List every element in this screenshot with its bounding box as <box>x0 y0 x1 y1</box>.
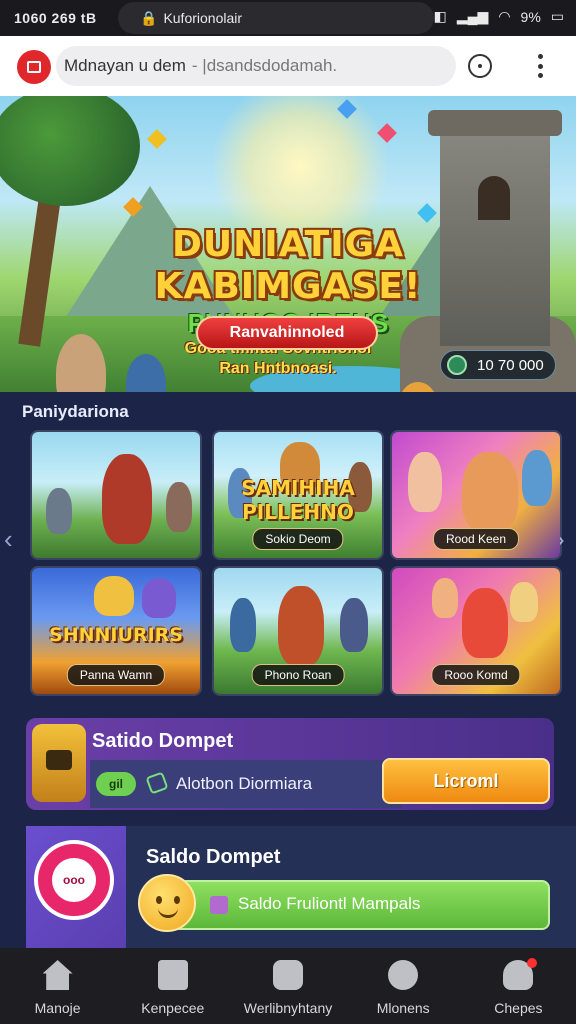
game-character <box>510 582 538 622</box>
status-icons: ◧ ▂▄▆ ◠ 9% ▭ <box>434 8 564 25</box>
nav-label: Kenpecee <box>141 1000 205 1016</box>
wallet-promo-title: Satido Dompet <box>92 730 234 752</box>
wallet-saldo-card: ooo Saldo Dompet Saldo Fruliontl Mampals <box>26 826 576 948</box>
game-character <box>166 482 192 532</box>
nav-label: Chepes <box>494 1000 543 1016</box>
wallet-promo-card: Satido Dompet gil Alotbon Diormiara Licr… <box>26 718 554 810</box>
game-character <box>432 578 458 618</box>
balance-value: 10 70 000 <box>477 356 544 374</box>
nav-label: Manoje <box>34 1000 81 1016</box>
browser-bar: Mdnayan u dem - |dsandsdodamah. <box>0 36 576 96</box>
gem-icon <box>147 129 167 149</box>
game-character <box>278 586 324 666</box>
box-icon <box>273 960 303 990</box>
nav-item-profile[interactable]: Chepes <box>461 948 576 1024</box>
mascot-icon <box>32 724 86 802</box>
notification-icon: ◧ <box>433 8 447 24</box>
game-card-title: SHNNIURIRS <box>49 624 183 646</box>
game-character <box>340 598 368 652</box>
hero-cta-button[interactable]: Ranvahinnoled <box>196 316 378 350</box>
nav-item-heart[interactable]: Mlonens <box>346 948 461 1024</box>
game-character <box>408 452 442 512</box>
game-card[interactable]: SHNNIURIRS Panna Wamn <box>30 566 202 696</box>
signal-icon: ▂▄▆ <box>456 8 489 24</box>
hero-title-line1: DUNIATIGA <box>171 224 405 265</box>
bottom-nav: Manoje Kenpecee Werlibnyhtany Mlonens Ch… <box>0 948 576 1024</box>
bag-icon <box>157 960 188 990</box>
address-path: - |dsandsdodamah. <box>191 56 338 75</box>
address-bar[interactable]: Mdnayan u dem - |dsandsdodamah. <box>56 46 456 86</box>
hero-title-line2: KABIMGASE! <box>154 266 422 307</box>
game-card-label: Rood Keen <box>432 528 520 550</box>
heart-icon <box>388 960 419 990</box>
hero-balance: 10 70 000 <box>440 350 556 380</box>
game-card-label: Sokio Deom <box>252 528 344 550</box>
tag-icon <box>210 896 228 914</box>
nav-item-home[interactable]: Manoje <box>0 948 115 1024</box>
battery-level: 9% <box>520 8 541 25</box>
game-card[interactable]: Rood Keen <box>390 430 562 560</box>
game-card-title: PILLEHNO <box>242 500 354 524</box>
nav-label: Mlonens <box>376 1000 430 1016</box>
location-pin-icon: ooo <box>34 840 114 920</box>
game-card-label: Rooo Komd <box>431 664 521 686</box>
game-card[interactable]: Phono Roan <box>212 566 384 696</box>
game-character <box>46 488 72 534</box>
address-site: Mdnayan u dem <box>64 56 186 75</box>
nav-item-box[interactable]: Werlibnyhtany <box>230 948 345 1024</box>
game-character <box>102 454 152 544</box>
lock-icon: 🔒 <box>140 9 158 26</box>
game-card-label: Phono Roan <box>251 664 345 686</box>
game-card[interactable]: Rooo Komd <box>390 566 562 696</box>
wifi-icon: ◠ <box>498 8 511 24</box>
chevron-left-icon[interactable]: ‹ <box>4 524 13 555</box>
nav-item-bag[interactable]: Kenpecee <box>115 948 230 1024</box>
smiley-icon <box>138 874 196 932</box>
game-character <box>522 450 552 506</box>
notification-dot <box>526 958 537 968</box>
wallet-saldo-text: Saldo Fruliontl Mampals <box>238 894 421 913</box>
wallet-promo-text: Alotbon Diormiara <box>176 774 313 793</box>
game-card-label: Panna Wamn <box>66 664 166 686</box>
battery-icon: ▭ <box>550 8 564 24</box>
more-menu-icon[interactable] <box>536 54 544 78</box>
pin-text: ooo <box>52 858 96 902</box>
nav-label: Werlibnyhtany <box>243 1000 333 1016</box>
section-title: Paniydariona <box>22 402 129 421</box>
tabs-icon[interactable] <box>468 54 492 78</box>
home-icon <box>42 960 73 990</box>
site-favicon-icon[interactable] <box>17 50 51 84</box>
wallet-promo-badge: gil <box>96 772 136 796</box>
coin-icon <box>447 355 467 375</box>
game-card-title: SAMIHIHA <box>241 476 355 500</box>
status-bar: 1060 269 tB 🔒 Kuforionolair ◧ ▂▄▆ ◠ 9% ▭ <box>0 0 576 36</box>
game-character <box>462 588 508 658</box>
status-url-text: Kuforionolair <box>163 10 243 26</box>
game-card[interactable] <box>30 430 202 560</box>
game-character <box>462 452 518 532</box>
game-character <box>230 598 256 652</box>
wallet-saldo-title: Saldo Dompet <box>146 846 281 868</box>
status-time: 1060 269 tB <box>14 10 97 26</box>
status-url-pill: 🔒 Kuforionolair <box>118 2 434 34</box>
game-character <box>142 578 176 618</box>
game-character <box>94 576 134 616</box>
game-card[interactable]: SAMIHIHA PILLEHNO Sokio Deom <box>212 430 384 560</box>
wallet-saldo-side: ooo <box>26 826 126 948</box>
wallet-promo-button[interactable]: Licroml <box>382 758 550 804</box>
